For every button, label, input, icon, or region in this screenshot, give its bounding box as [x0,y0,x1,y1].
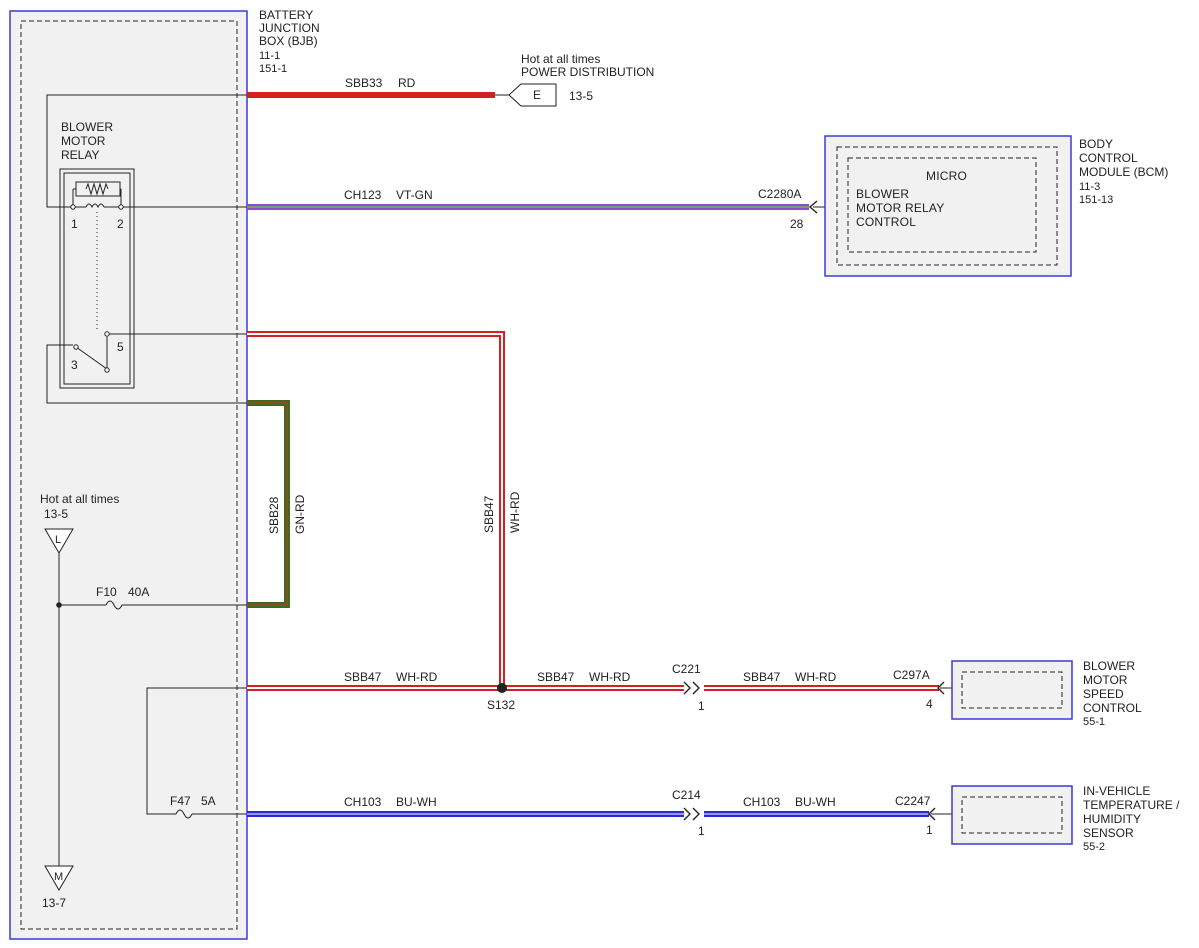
ch103-b-color: BU-WH [795,795,836,809]
relay-pin-3-dot [73,344,79,350]
c214-name: C214 [672,788,701,802]
c2247-pin: 1 [926,823,933,837]
relay-pin-1-dot [70,204,76,210]
relay-pin-3: 3 [71,358,78,372]
temp-sensor-module [951,785,1073,845]
c221-name: C221 [672,662,701,676]
bcm-label: BODY CONTROL MODULE (BCM) 11-3 151-13 [1079,137,1172,206]
sbb28-circuit: SBB28 [267,496,281,534]
ch123-color: VT-GN [396,188,433,202]
ch103-a-color: BU-WH [396,795,437,809]
splice-s132 [497,683,507,693]
relay-pin-2: 2 [117,217,124,231]
sbb28-color: GN-RD [293,494,307,534]
hot-left-caption: Hot at all times [40,492,119,506]
sbb47-a-color: WH-RD [396,670,438,684]
wiring-diagram: BATTERY JUNCTION BOX (BJB) 11-1 151-1 BL… [9,8,1183,940]
relay-pin-common-dot [104,367,110,373]
hot-left-ref-bottom: 13-7 [42,896,66,910]
bcm-micro-title: MICRO [926,169,967,183]
c2247-name: C2247 [895,794,931,808]
f47-name: F47 [170,794,191,808]
ch103-b-circuit: CH103 [743,795,781,809]
sbb47-vertical-color: WH-RD [508,491,522,533]
c2280a-pin: 28 [790,217,804,231]
c221-connector-icon [683,681,700,695]
blower-speed-module [951,660,1073,720]
f47-rating: 5A [201,794,216,808]
ch103-a-circuit: CH103 [344,795,382,809]
c297a-pin: 4 [926,697,933,711]
connector-m-letter: M [54,871,63,883]
sbb47-a-circuit: SBB47 [344,670,382,684]
relay-pin-5-dot [104,331,110,337]
splice-s132-label: S132 [487,698,515,712]
bjb-label: BATTERY JUNCTION BOX (BJB) 11-1 151-1 [259,8,323,75]
relay-pin-1: 1 [71,217,78,231]
connector-e-letter: E [533,88,541,102]
sbb47-b-circuit: SBB47 [537,670,575,684]
sbb47-c-color: WH-RD [795,670,837,684]
c297a-name: C297A [893,668,930,682]
wire-sbb33 [247,92,495,98]
power-dist-caption: Hot at all times POWER DISTRIBUTION [521,52,654,79]
temp-sensor-label: IN-VEHICLE TEMPERATURE / HUMIDITY SENSOR… [1083,784,1183,853]
c221-pin: 1 [698,699,705,713]
connector-l-letter: L [55,534,61,546]
hot-left-ref-top: 13-5 [44,507,68,521]
c2280a-name: C2280A [758,187,801,201]
power-dist-ref: 13-5 [569,89,593,103]
sbb33-circuit: SBB33 [345,76,383,90]
relay-pin-2-dot [118,204,124,210]
sbb33-color: RD [398,76,416,90]
f10-rating: 40A [128,585,149,599]
c214-connector-icon [683,807,700,821]
relay-pin-5: 5 [117,340,124,354]
c214-pin: 1 [698,824,705,838]
sbb47-vertical-circuit: SBB47 [482,495,496,533]
ch123-circuit: CH123 [344,188,382,202]
sbb47-c-circuit: SBB47 [743,670,781,684]
f10-name: F10 [96,585,117,599]
sbb47-b-color: WH-RD [589,670,631,684]
blower-speed-label: BLOWER MOTOR SPEED CONTROL 55-1 [1083,659,1145,728]
